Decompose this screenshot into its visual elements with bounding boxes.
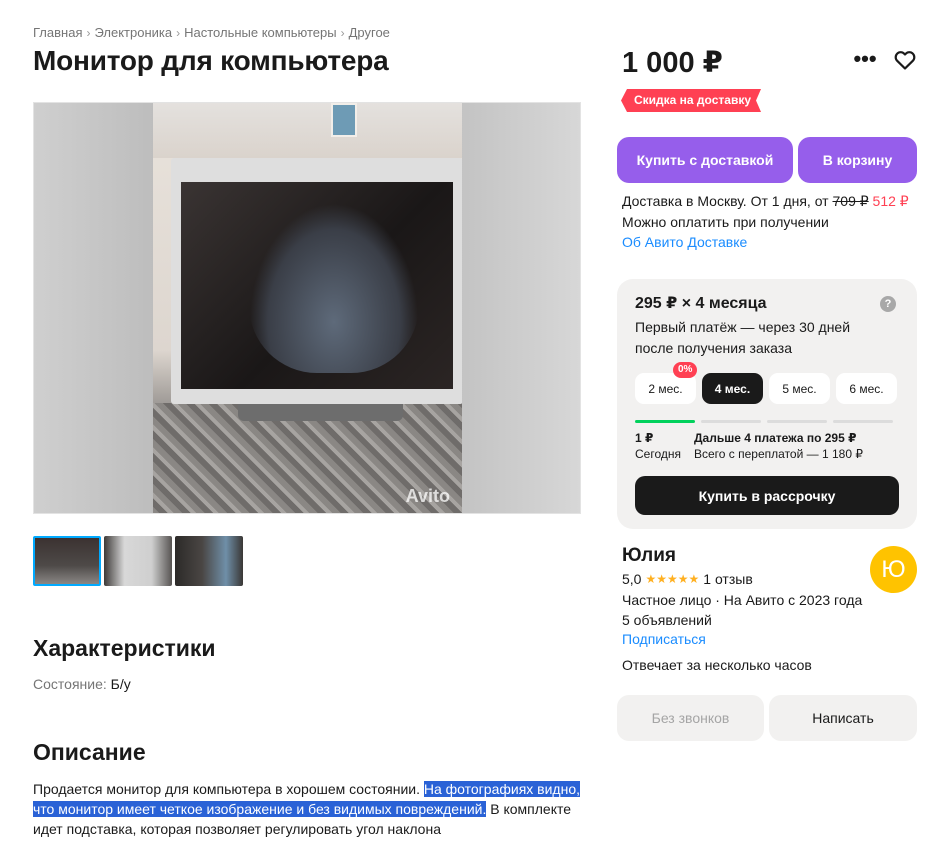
photo-wall-picture [331, 103, 357, 137]
page-title: Монитор для компьютера [33, 45, 389, 76]
photo-gallery[interactable]: Avito [33, 102, 581, 514]
thumbnail-3[interactable] [175, 536, 243, 586]
characteristics-title: Характеристики [33, 635, 216, 661]
term-5-months[interactable]: 5 мес. [769, 373, 830, 404]
delivery-prefix: Доставка в Москву. От 1 дня, от [622, 193, 833, 209]
more-icon[interactable]: ••• [853, 48, 877, 72]
seller-rating: 5,0 ★★★★★ 1 отзыв [622, 571, 753, 587]
condition-label: Состояние: [33, 676, 107, 692]
chevron-right-icon: › [176, 25, 181, 40]
delivery-old-price: 709 ₽ [832, 193, 869, 209]
payment-schedule: 1 ₽ Сегодня Дальше 4 платежа по 295 ₽ Вс… [635, 430, 863, 462]
avatar[interactable]: Ю [870, 546, 917, 593]
progress-segment [635, 420, 695, 423]
thumbnail-strip [33, 536, 243, 586]
star-icon: ★★★★★ [645, 572, 700, 586]
seller-listings[interactable]: 5 объявлений [622, 611, 862, 631]
first-payment-label: Сегодня [635, 447, 681, 461]
rating-value: 5,0 [622, 571, 642, 587]
description-title: Описание [33, 739, 146, 765]
avito-delivery-link[interactable]: Об Авито Доставке [622, 232, 909, 253]
thumbnail-1[interactable] [33, 536, 101, 586]
photo-wall [153, 103, 462, 158]
seller-type: Частное лицо · На Авито с 2023 года [622, 592, 863, 608]
rest-payments-total: Всего с переплатой — 1 180 ₽ [694, 447, 863, 461]
no-calls-button: Без звонков [617, 695, 764, 741]
term-label: 4 мес. [714, 381, 751, 396]
term-2-months[interactable]: 2 мес. 0% [635, 362, 698, 404]
installment-terms: 2 мес. 0% 4 мес. 5 мес. 6 мес. [635, 362, 897, 404]
breadcrumb-electronics[interactable]: Электроника [94, 25, 172, 40]
pay-on-receipt: Можно оплатить при получении [622, 213, 829, 230]
first-payment: 1 ₽ Сегодня [635, 430, 681, 462]
buy-installment-button[interactable]: Купить в рассрочку [635, 476, 899, 515]
heart-icon[interactable] [893, 48, 917, 72]
characteristic-condition: Состояние: Б/у [33, 676, 131, 692]
term-label: 5 мес. [782, 381, 817, 396]
delivery-info: Доставка в Москву. От 1 дня, от 709 ₽ 51… [622, 191, 909, 253]
first-payment-amount: 1 ₽ [635, 431, 654, 445]
description-part-1: Продается монитор для компьютера в хорош… [33, 781, 424, 797]
installment-title: 295 ₽ × 4 месяца [635, 295, 767, 312]
buy-with-delivery-button[interactable]: Купить с доставкой [617, 137, 793, 183]
breadcrumb-desktops[interactable]: Настольные компьютеры [184, 25, 336, 40]
chevron-right-icon: › [340, 25, 345, 40]
breadcrumb: Главная › Электроника › Настольные компь… [33, 25, 390, 40]
response-time: Отвечает за несколько часов [622, 657, 812, 673]
installment-card: 295 ₽ × 4 месяца ? Первый платёж — через… [617, 279, 917, 529]
discount-badge: Скидка на доставку [621, 89, 761, 112]
chevron-right-icon: › [86, 25, 91, 40]
avito-watermark: Avito [405, 486, 450, 506]
progress-segment [767, 420, 827, 423]
zero-percent-badge: 0% [673, 362, 698, 378]
seller-info: Частное лицо · На Авито с 2023 года 5 об… [622, 591, 862, 650]
progress-segment [833, 420, 893, 423]
photo-reflection [249, 203, 419, 373]
progress-segment [701, 420, 761, 423]
delivery-line: Доставка в Москву. От 1 дня, от 709 ₽ 51… [622, 191, 909, 212]
help-icon[interactable]: ? [880, 296, 896, 312]
term-6-months[interactable]: 6 мес. [836, 373, 897, 404]
payment-progress [635, 420, 893, 423]
delivery-new-price: 512 ₽ [872, 193, 909, 209]
breadcrumb-other[interactable]: Другое [349, 25, 390, 40]
thumbnail-2[interactable] [104, 536, 172, 586]
seller-name[interactable]: Юлия [622, 545, 676, 567]
price: 1 000 ₽ [622, 47, 723, 79]
rest-payments-title: Дальше 4 платежа по 295 ₽ [694, 431, 857, 445]
condition-value: Б/у [110, 676, 131, 692]
term-4-months[interactable]: 4 мес. [702, 373, 763, 404]
description-text: Продается монитор для компьютера в хорош… [33, 779, 593, 839]
gallery-blur-left [34, 103, 154, 513]
subscribe-link[interactable]: Подписаться [622, 630, 862, 650]
main-photo[interactable]: Avito [153, 103, 462, 513]
reviews-link[interactable]: 1 отзыв [703, 571, 753, 587]
term-label: 6 мес. [849, 381, 884, 396]
write-message-button[interactable]: Написать [769, 695, 917, 741]
term-label: 2 мес. [648, 381, 683, 396]
breadcrumb-home[interactable]: Главная [33, 25, 82, 40]
gallery-blur-right [460, 103, 580, 513]
add-to-cart-button[interactable]: В корзину [798, 137, 917, 183]
rest-payments: Дальше 4 платежа по 295 ₽ Всего с перепл… [694, 430, 863, 462]
installment-subtitle: Первый платёж — через 30 дней после полу… [635, 319, 851, 356]
